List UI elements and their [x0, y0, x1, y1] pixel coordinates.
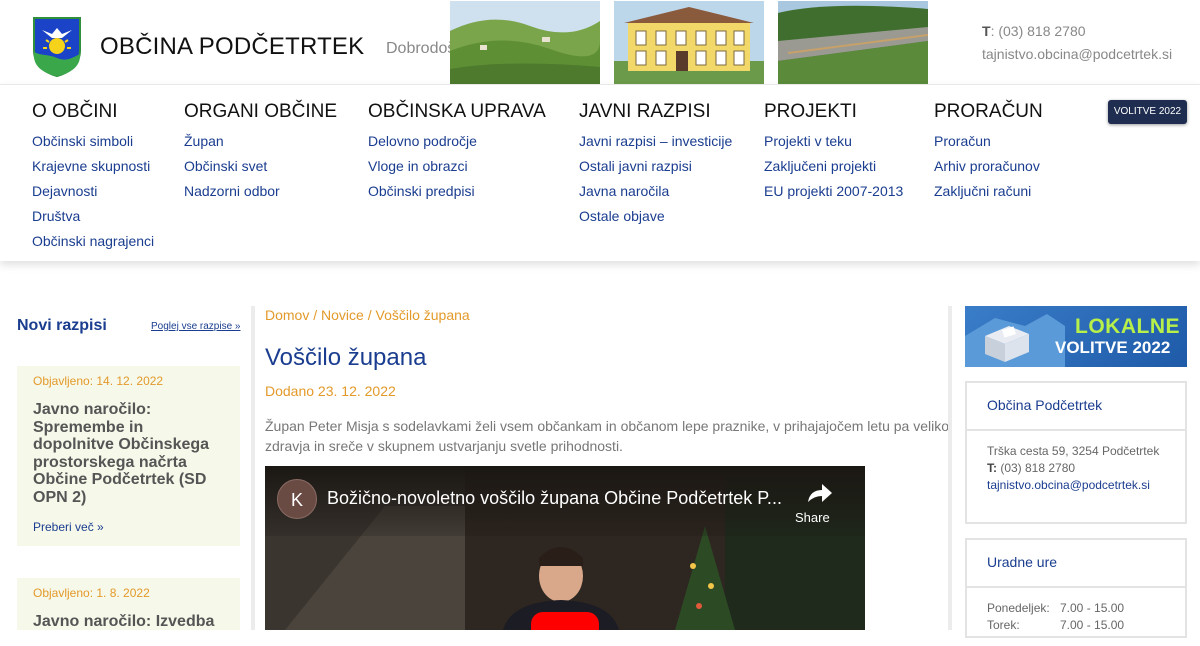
- contact-address: Trška cesta 59, 3254 Podčetrtek: [987, 444, 1160, 458]
- nav-link[interactable]: Ostali javni razpisi: [579, 154, 732, 179]
- nav-column-proracun: PRORAČUN Proračun Arhiv proračunov Zaklj…: [934, 101, 1043, 204]
- nav-heading[interactable]: JAVNI RAZPISI: [579, 101, 732, 123]
- nav-link[interactable]: Proračun: [934, 129, 1043, 154]
- coat-of-arms-logo[interactable]: [32, 16, 82, 77]
- nav-link[interactable]: Občinski nagrajenci: [32, 229, 154, 254]
- nav-column-javni-razpisi: JAVNI RAZPISI Javni razpisi – investicij…: [579, 101, 732, 229]
- site-header: OBČINA PODČETRTEK Dobrodošli T: (03) 818…: [0, 0, 1200, 84]
- nav-column-projekti: PROJEKTI Projekti v teku Zaključeni proj…: [764, 101, 903, 204]
- nav-link[interactable]: Javni razpisi – investicije: [579, 129, 732, 154]
- breadcrumb: Domov / Novice / Voščilo župana: [265, 307, 470, 323]
- nav-link[interactable]: Javna naročila: [579, 179, 732, 204]
- nav-column-obcinska-uprava: OBČINSKA UPRAVA Delovno področje Vloge i…: [368, 101, 546, 204]
- phone-label: T: [982, 23, 991, 39]
- breadcrumb-news[interactable]: Novice: [321, 307, 364, 323]
- nav-link[interactable]: EU projekti 2007-2013: [764, 179, 903, 204]
- header-email[interactable]: tajnistvo.obcina@podcetrtek.si: [982, 46, 1172, 62]
- nav-link[interactable]: Občinski predpisi: [368, 179, 546, 204]
- nav-link[interactable]: Dejavnosti: [32, 179, 154, 204]
- contact-phone-number: (03) 818 2780: [997, 461, 1076, 475]
- posted-date: Dodano 23. 12. 2022: [265, 383, 396, 399]
- welcome-text: Dobrodošli: [386, 40, 450, 57]
- contact-phone: T: (03) 818 2780: [987, 460, 1165, 477]
- header-photo-building: [614, 1, 764, 84]
- tender-title[interactable]: Javno naročilo: Izvedba: [33, 613, 228, 631]
- nav-column-o-obcini: O OBČINI Občinski simboli Krajevne skupn…: [32, 101, 154, 254]
- banner-line-1: LOKALNE: [1075, 315, 1180, 338]
- hours-day: Ponedeljek:: [987, 601, 1050, 615]
- contact-box-title: Občina Podčetrtek: [967, 383, 1185, 431]
- sidebar-title: Novi razpisi: [17, 317, 107, 334]
- nav-heading[interactable]: OBČINSKA UPRAVA: [368, 101, 546, 123]
- contact-phone-label: T:: [987, 461, 997, 475]
- nav-column-organi-obcine: ORGANI OBČINE Župan Občinski svet Nadzor…: [184, 101, 337, 204]
- contact-email-link[interactable]: tajnistvo.obcina@podcetrtek.si: [987, 477, 1165, 494]
- nav-heading[interactable]: PROJEKTI: [764, 101, 903, 123]
- main-navigation: O OBČINI Občinski simboli Krajevne skupn…: [0, 84, 1200, 261]
- tender-date: Objavljeno: 14. 12. 2022: [33, 374, 164, 388]
- video-title[interactable]: Božično-novoletno voščilo župana Občine …: [327, 488, 787, 509]
- breadcrumb-current: Voščilo župana: [375, 307, 470, 323]
- article-lead: Župan Peter Misja s sodelavkami želi vse…: [265, 418, 949, 454]
- main-column-divider: [948, 306, 952, 630]
- play-icon[interactable]: [531, 612, 599, 630]
- read-more-link[interactable]: Preberi več »: [33, 520, 104, 534]
- hours-day: Torek:: [987, 618, 1020, 632]
- nav-link[interactable]: Delovno področje: [368, 129, 546, 154]
- site-title[interactable]: OBČINA PODČETRTEK: [100, 33, 364, 61]
- nav-link[interactable]: Zaključeni projekti: [764, 154, 903, 179]
- nav-link[interactable]: Zaključni računi: [934, 179, 1043, 204]
- header-photo-hills: [450, 1, 600, 84]
- banner-line-2: VOLITVE 2022: [1055, 338, 1171, 357]
- page-title: Voščilo župana: [265, 344, 427, 371]
- video-embed[interactable]: K Božično-novoletno voščilo župana Občin…: [265, 466, 865, 630]
- nav-link[interactable]: Projekti v teku: [764, 129, 903, 154]
- phone-number: : (03) 818 2780: [990, 23, 1086, 39]
- hours-time: 7.00 - 15.00: [1060, 601, 1125, 615]
- view-all-tenders-link[interactable]: Poglej vse razpise »: [151, 321, 241, 332]
- office-hours-box: Uradne ure Ponedeljek: 7.00 - 15.00 Tore…: [965, 538, 1187, 638]
- volitve-2022-banner[interactable]: LOKALNE VOLITVE 2022: [965, 306, 1187, 367]
- tender-date: Objavljeno: 1. 8. 2022: [33, 586, 150, 600]
- nav-link[interactable]: Društva: [32, 204, 154, 229]
- nav-link[interactable]: Ostale objave: [579, 204, 732, 229]
- nav-link[interactable]: Občinski simboli: [32, 129, 154, 154]
- nav-link[interactable]: Arhiv proračunov: [934, 154, 1043, 179]
- office-hours-body: Ponedeljek: 7.00 - 15.00 Torek: 7.00 - 1…: [967, 588, 1185, 646]
- nav-heading[interactable]: O OBČINI: [32, 101, 154, 123]
- hours-time: 7.00 - 15.00: [1060, 618, 1125, 632]
- nav-link[interactable]: Vloge in obrazci: [368, 154, 546, 179]
- breadcrumb-separator: /: [363, 307, 376, 323]
- nav-heading[interactable]: ORGANI OBČINE: [184, 101, 337, 123]
- header-phone[interactable]: T: (03) 818 2780: [982, 23, 1086, 39]
- hours-row: Torek: 7.00 - 15.00: [987, 617, 1165, 634]
- breadcrumb-home[interactable]: Domov: [265, 307, 309, 323]
- channel-avatar[interactable]: K: [277, 479, 317, 519]
- contact-box-body: Trška cesta 59, 3254 Podčetrtek T: (03) …: [967, 431, 1185, 506]
- share-label[interactable]: Share: [795, 510, 830, 525]
- breadcrumb-separator: /: [309, 307, 322, 323]
- header-photo-river: [778, 1, 928, 84]
- office-hours-title: Uradne ure: [967, 540, 1185, 588]
- volitve-2022-badge[interactable]: VOLITVE 2022: [1108, 100, 1187, 124]
- nav-link[interactable]: Župan: [184, 129, 337, 154]
- nav-link[interactable]: Krajevne skupnosti: [32, 154, 154, 179]
- contact-box: Občina Podčetrtek Trška cesta 59, 3254 P…: [965, 381, 1187, 524]
- nav-link[interactable]: Nadzorni odbor: [184, 179, 337, 204]
- nav-heading[interactable]: PRORAČUN: [934, 101, 1043, 123]
- tender-title[interactable]: Javno naročilo: Spremembe in dopolnitve …: [33, 401, 228, 506]
- hours-row: Ponedeljek: 7.00 - 15.00: [987, 600, 1165, 617]
- nav-link[interactable]: Občinski svet: [184, 154, 337, 179]
- share-icon[interactable]: [800, 480, 836, 508]
- left-column-divider: [251, 306, 255, 630]
